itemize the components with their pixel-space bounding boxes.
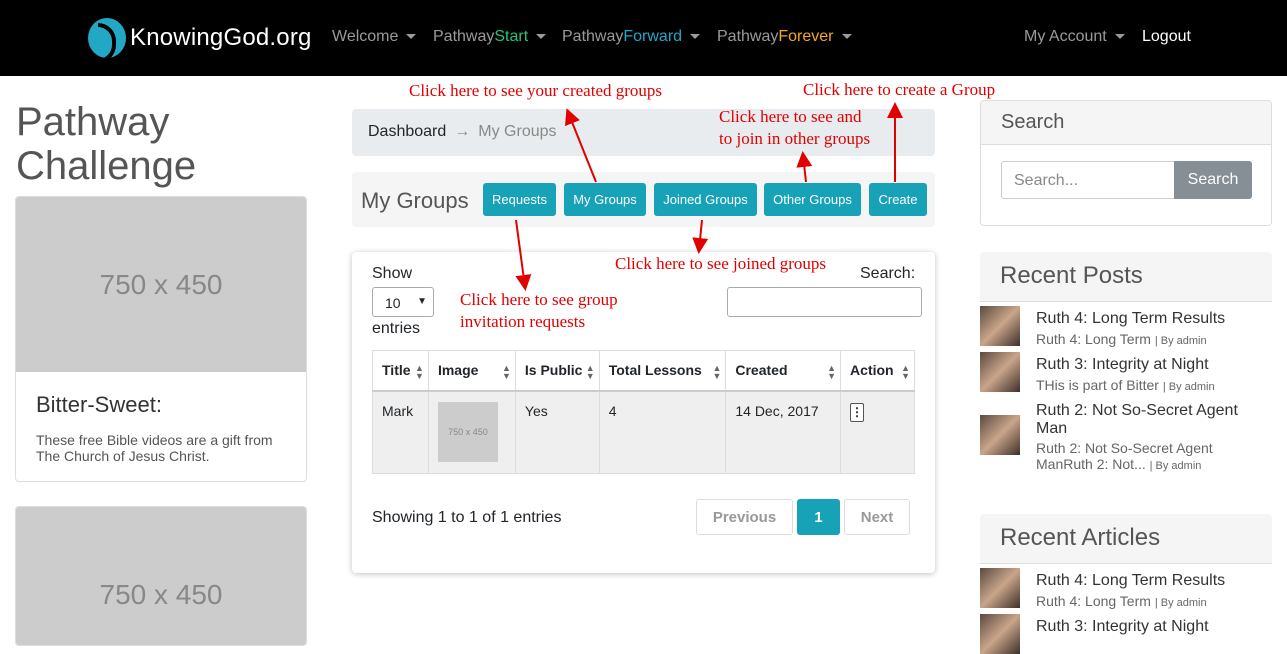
sort-icon: ▲ ▼ [501, 363, 511, 381]
recent-posts-title: Recent Posts [980, 252, 1272, 302]
nav-pathway-start[interactable]: PathwayStart [433, 28, 547, 46]
breadcrumb-dashboard[interactable]: Dashboard [368, 123, 446, 140]
nav-my-account[interactable]: My Account [1024, 28, 1125, 46]
table-info: Showing 1 to 1 of 1 entries [372, 509, 562, 526]
brand-name: KnowingGod.org [130, 24, 312, 51]
sidebar-search-button[interactable]: Search [1174, 161, 1252, 199]
group-thumbnail: 750 x 450 [437, 401, 498, 462]
nav-logout[interactable]: Logout [1142, 28, 1191, 46]
cell-action: ⋮ [840, 390, 915, 474]
create-group-button[interactable]: Create [869, 183, 927, 216]
column-header-total-lessons[interactable]: Total Lessons ▲ ▼ [598, 350, 727, 392]
nav-pathway-forever[interactable]: PathwayForever [717, 28, 852, 46]
chevron-down-icon [536, 34, 547, 40]
list-item[interactable]: Ruth 3: Integrity at Night THis is part … [980, 352, 1280, 393]
cell-created: 14 Dec, 2017 [725, 390, 842, 474]
column-header-action[interactable]: Action ▲ ▼ [840, 350, 915, 392]
annotation-requests: Click here to see group invitation reques… [460, 290, 618, 331]
article-thumbnail [980, 614, 1020, 654]
cell-is-public: Yes [514, 390, 600, 474]
groups-table: Title ▲ ▼ Image ▲ ▼ Is Public ▲ ▼ Total Lesson… [372, 350, 915, 474]
brand-logo-icon [88, 18, 126, 58]
chevron-down-icon [841, 34, 852, 40]
challenge-card[interactable]: 750 x 450 Bitter-Sweet: These free Bible… [15, 196, 307, 482]
list-item[interactable]: Ruth 4: Long Term Results Ruth 4: Long T… [980, 306, 1280, 347]
table-search-label: Search: [860, 265, 916, 282]
post-title[interactable]: Ruth 3: Integrity at Night [1036, 356, 1209, 374]
table-row: Mark 750 x 450 Yes 4 14 Dec, 2017 ⋮ [372, 390, 915, 474]
post-title[interactable]: Ruth 4: Long Term Results [1036, 310, 1225, 328]
column-header-title[interactable]: Title ▲ ▼ [372, 350, 429, 392]
table-search-input[interactable] [727, 287, 922, 317]
post-excerpt: Ruth 2: Not So-Secret Agent ManRuth 2: No… [1036, 440, 1213, 472]
annotation-create-group: Click here to create a Group [803, 80, 996, 99]
post-excerpt: THis is part of Bitter | By admin [1036, 377, 1215, 393]
requests-button[interactable]: Requests [483, 183, 556, 216]
sort-icon: ▲ ▼ [585, 363, 595, 381]
groups-table-panel: Show 10 ▼ entries Search: Title ▲ ▼ Image ▲… [352, 252, 935, 573]
page-1-button[interactable]: 1 [797, 499, 840, 535]
other-groups-button[interactable]: Other Groups [764, 183, 861, 216]
cell-image: 750 x 450 [427, 390, 516, 474]
card-image-placeholder: 750 x 450 [16, 507, 306, 645]
sort-icon: ▲ ▼ [712, 363, 722, 381]
post-title[interactable]: Ruth 2: Not So-Secret Agent Man [1036, 402, 1238, 438]
column-header-image[interactable]: Image ▲ ▼ [427, 350, 516, 392]
chevron-down-icon [1114, 34, 1125, 40]
annotation-created-groups: Click here to see your created groups [409, 81, 663, 100]
post-thumbnail [980, 415, 1020, 455]
my-groups-button[interactable]: My Groups [564, 183, 646, 216]
article-excerpt: Ruth 4: Long Term | By admin [1036, 593, 1207, 609]
top-navbar: KnowingGod.org Welcome PathwayStart Path… [0, 0, 1287, 76]
sort-icon: ▲ ▼ [827, 363, 837, 381]
previous-page-button[interactable]: Previous [696, 499, 793, 535]
more-vertical-icon[interactable]: ⋮ [850, 402, 865, 422]
article-thumbnail [980, 568, 1020, 608]
sort-icon: ▲ ▼ [901, 363, 910, 381]
recent-articles-title: Recent Articles [980, 514, 1272, 564]
sidebar-search-box: Search Search... Search [980, 100, 1272, 226]
chevron-down-icon [406, 34, 417, 40]
post-excerpt: Ruth 4: Long Term | By admin [1036, 331, 1207, 347]
groups-title: My Groups [361, 188, 469, 213]
cell-total-lessons: 4 [598, 390, 727, 474]
entries-label: entries [372, 320, 421, 337]
page-heading: Pathway Challenge [16, 100, 197, 188]
chevron-down-icon: ▼ [417, 296, 427, 307]
cell-title: Mark [372, 390, 429, 474]
column-header-is-public[interactable]: Is Public ▲ ▼ [514, 350, 600, 392]
card-title: Bitter-Sweet: [36, 392, 162, 417]
chevron-down-icon [690, 34, 701, 40]
list-item[interactable]: Ruth 3: Integrity at Night [980, 614, 1280, 654]
card-text: These free Bible videos are a gift from … [36, 432, 273, 464]
list-item[interactable]: Ruth 4: Long Term Results Ruth 4: Long T… [980, 568, 1280, 609]
sidebar-search-input[interactable]: Search... [1001, 161, 1175, 199]
card-image-placeholder: 750 x 450 [16, 197, 306, 372]
next-page-button[interactable]: Next [844, 499, 910, 535]
challenge-card-2[interactable]: 750 x 450 [15, 506, 307, 646]
arrow-right-icon: → [454, 123, 471, 140]
nav-pathway-forward[interactable]: PathwayForward [562, 28, 701, 46]
brand-link[interactable]: KnowingGod.org [88, 17, 312, 59]
article-title[interactable]: Ruth 3: Integrity at Night [1036, 618, 1209, 636]
breadcrumb-current: My Groups [478, 123, 557, 140]
sort-icon: ▲ ▼ [415, 363, 424, 381]
groups-toolbar: My Groups Requests My Groups Joined Grou… [352, 172, 935, 227]
annotation-joined-groups: Click here to see joined groups [615, 254, 827, 273]
show-label: Show [372, 265, 413, 282]
annotation-other-groups: Click here to see and to join in other gr… [719, 107, 871, 148]
sidebar-search-title: Search [981, 101, 1271, 145]
nav-welcome[interactable]: Welcome [332, 28, 417, 46]
post-thumbnail [980, 352, 1020, 392]
page-size-select[interactable]: 10 ▼ [372, 287, 434, 317]
post-thumbnail [980, 306, 1020, 346]
list-item[interactable]: Ruth 2: Not So-Secret Agent Man Ruth 2: N… [980, 400, 1280, 472]
column-header-created[interactable]: Created ▲ ▼ [725, 350, 842, 392]
joined-groups-button[interactable]: Joined Groups [654, 183, 757, 216]
article-title[interactable]: Ruth 4: Long Term Results [1036, 572, 1225, 590]
